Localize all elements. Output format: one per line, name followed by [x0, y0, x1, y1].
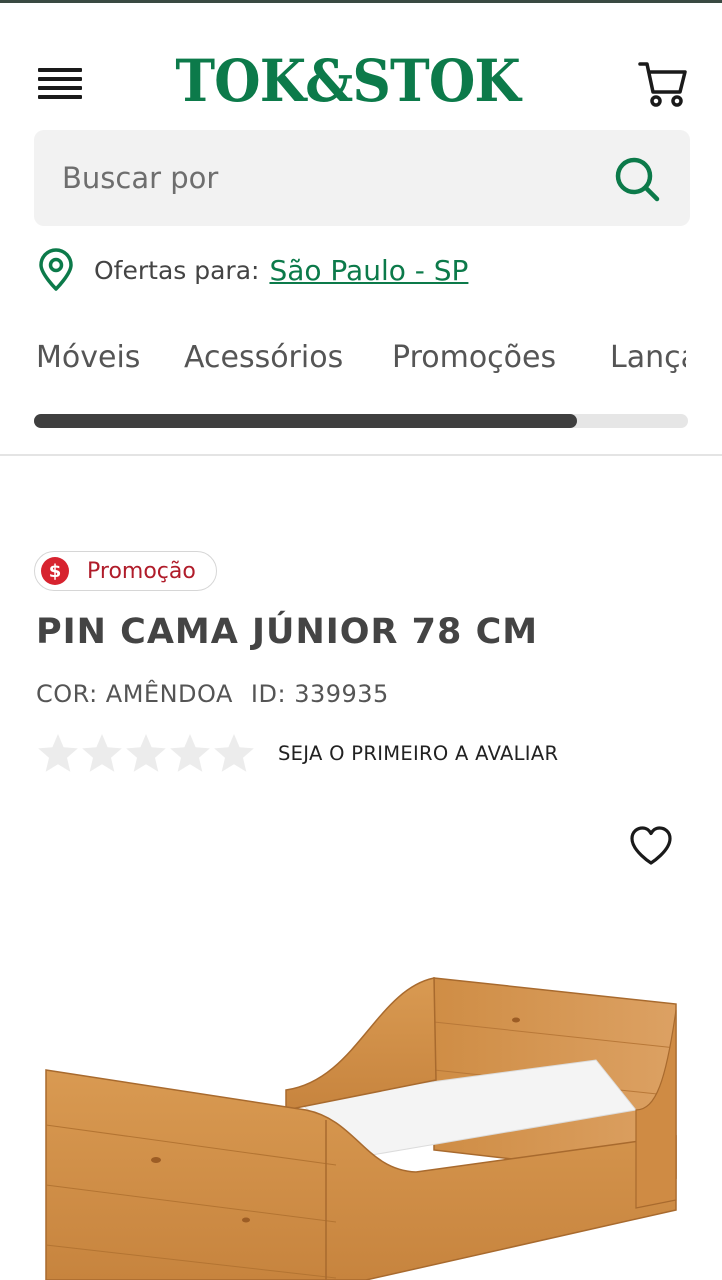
tabs-scrollbar-thumb[interactable] [34, 414, 577, 428]
search-bar [34, 130, 690, 226]
dollar-icon: $ [41, 557, 69, 585]
star-icon[interactable] [124, 731, 168, 775]
category-tabs: Móveis Acessórios Promoções Lançamentos [36, 340, 686, 384]
hamburger-menu-icon[interactable] [38, 68, 82, 100]
product-rating: SEJA O PRIMEIRO A AVALIAR [36, 730, 558, 776]
product-id: ID: 339935 [250, 680, 389, 708]
tab-promocoes[interactable]: Promoções [392, 340, 556, 375]
location-label: Ofertas para: [94, 255, 260, 285]
promo-badge: $ Promoção [34, 551, 217, 591]
product-title: PIN CAMA JÚNIOR 78 CM [36, 612, 539, 652]
rate-cta[interactable]: SEJA O PRIMEIRO A AVALIAR [278, 742, 558, 765]
wooden-junior-bed-image [45, 977, 677, 1280]
star-icon[interactable] [36, 731, 80, 775]
search-input[interactable] [62, 158, 602, 198]
heart-icon[interactable] [628, 824, 674, 868]
tab-moveis[interactable]: Móveis [36, 340, 140, 375]
star-icon[interactable] [212, 731, 256, 775]
rating-stars[interactable] [36, 731, 256, 775]
promo-badge-label: Promoção [87, 558, 196, 584]
header: TOK&STOK [0, 40, 722, 126]
star-icon[interactable] [80, 731, 124, 775]
tab-lancamentos[interactable]: Lançamentos [610, 340, 686, 375]
tab-acessorios[interactable]: Acessórios [184, 340, 343, 375]
location-selector: Ofertas para: São Paulo - SP [36, 248, 468, 292]
search-icon[interactable] [612, 154, 662, 204]
header-divider [0, 454, 722, 456]
shopping-cart-icon[interactable] [636, 58, 688, 110]
map-pin-icon [39, 248, 73, 291]
location-city-link[interactable]: São Paulo - SP [269, 254, 468, 287]
product-color: COR: AMÊNDOA [36, 680, 233, 708]
product-meta: COR: AMÊNDOA ID: 339935 [36, 680, 389, 708]
tabs-scrollbar[interactable] [34, 414, 688, 428]
top-border [0, 0, 722, 3]
brand-logo[interactable]: TOK&STOK [175, 47, 520, 115]
star-icon[interactable] [168, 731, 212, 775]
